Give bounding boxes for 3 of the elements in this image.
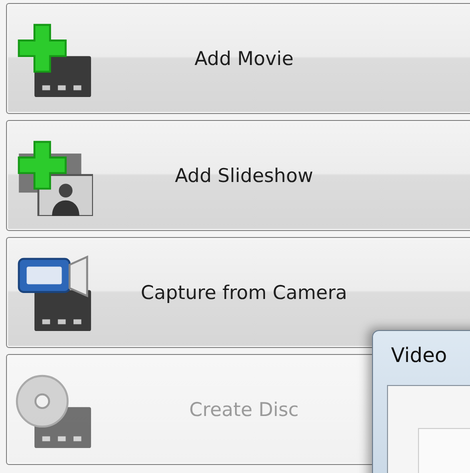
action-button[interactable]: Add Slideshow	[6, 120, 470, 231]
action-button[interactable]: Capture from Camera	[6, 237, 470, 348]
action-button[interactable]: Add Movie	[6, 3, 470, 114]
